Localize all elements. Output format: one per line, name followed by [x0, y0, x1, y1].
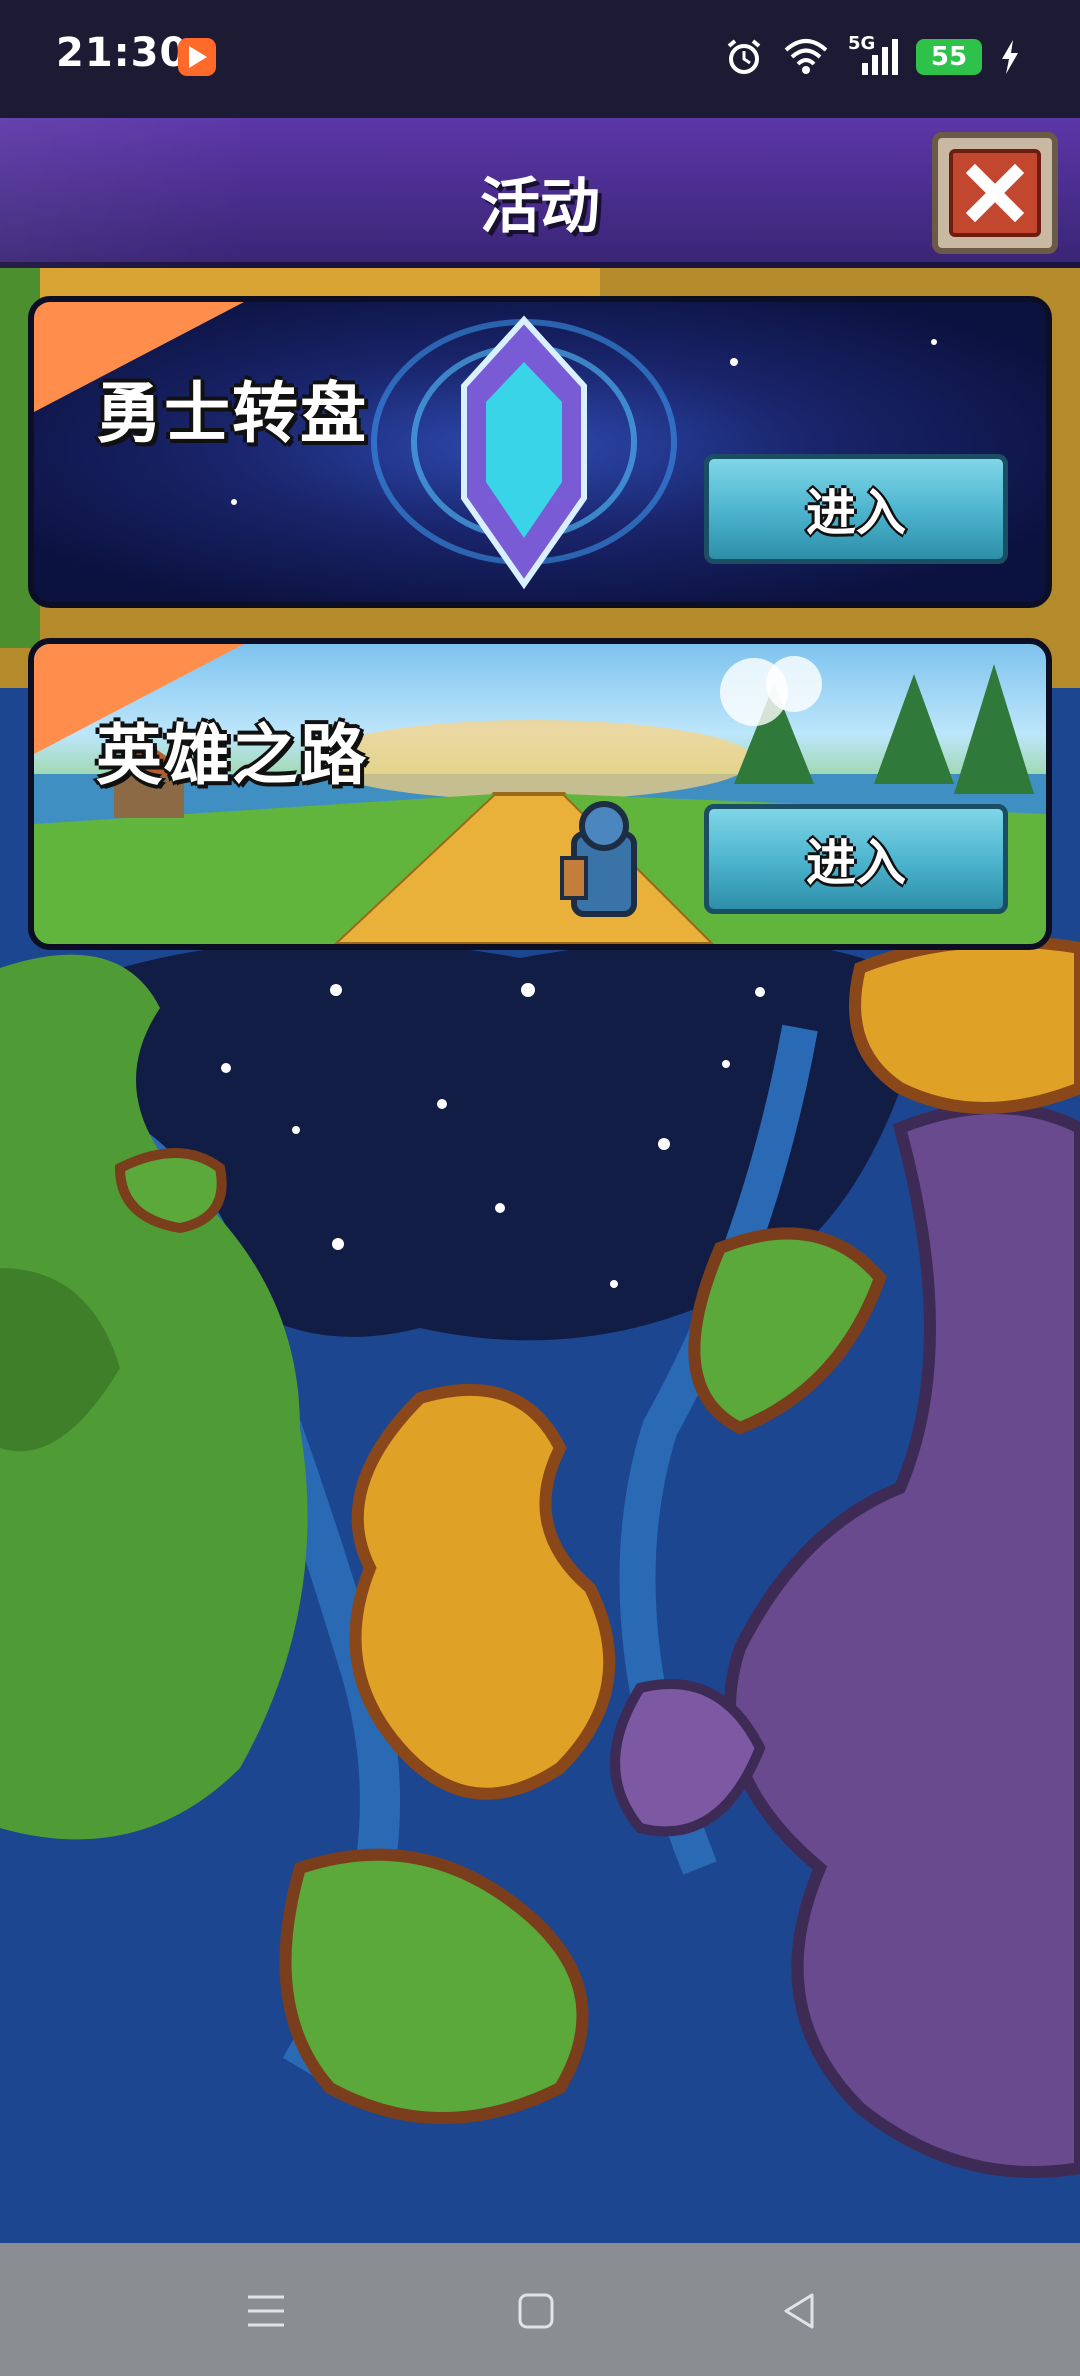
alarm-icon	[727, 39, 761, 74]
close-button[interactable]	[932, 132, 1058, 254]
charging-icon	[1002, 40, 1018, 74]
status-time: 21:30	[56, 30, 189, 76]
system-nav-bar	[0, 2243, 1080, 2376]
wifi-icon	[784, 39, 828, 74]
activity-title: 勇士转盘	[96, 375, 368, 452]
close-button-face	[949, 149, 1041, 237]
page-title: 活动	[480, 172, 600, 242]
status-bar: 21:30 5G 55	[0, 0, 1080, 118]
menu-button[interactable]	[236, 2283, 296, 2339]
header-bar: 活动	[0, 118, 1080, 268]
activity-card-hero-road: 英雄之路 进入	[28, 638, 1052, 950]
enter-button[interactable]: 进入	[704, 804, 1008, 914]
close-icon	[965, 163, 1025, 223]
status-icons: 5G 55	[724, 32, 1020, 82]
back-icon	[784, 2293, 814, 2329]
signal-icon: 5G	[848, 33, 898, 77]
back-button[interactable]	[770, 2283, 830, 2339]
menu-icon	[248, 2295, 284, 2327]
activity-card-warrior-wheel: 勇士转盘 进入	[28, 296, 1052, 608]
enter-button[interactable]: 进入	[704, 454, 1008, 564]
activity-title: 英雄之路	[96, 717, 368, 794]
home-button[interactable]	[506, 2283, 566, 2339]
home-icon	[518, 2293, 554, 2329]
battery-indicator: 55	[916, 39, 982, 75]
app-badge-icon	[178, 38, 216, 76]
